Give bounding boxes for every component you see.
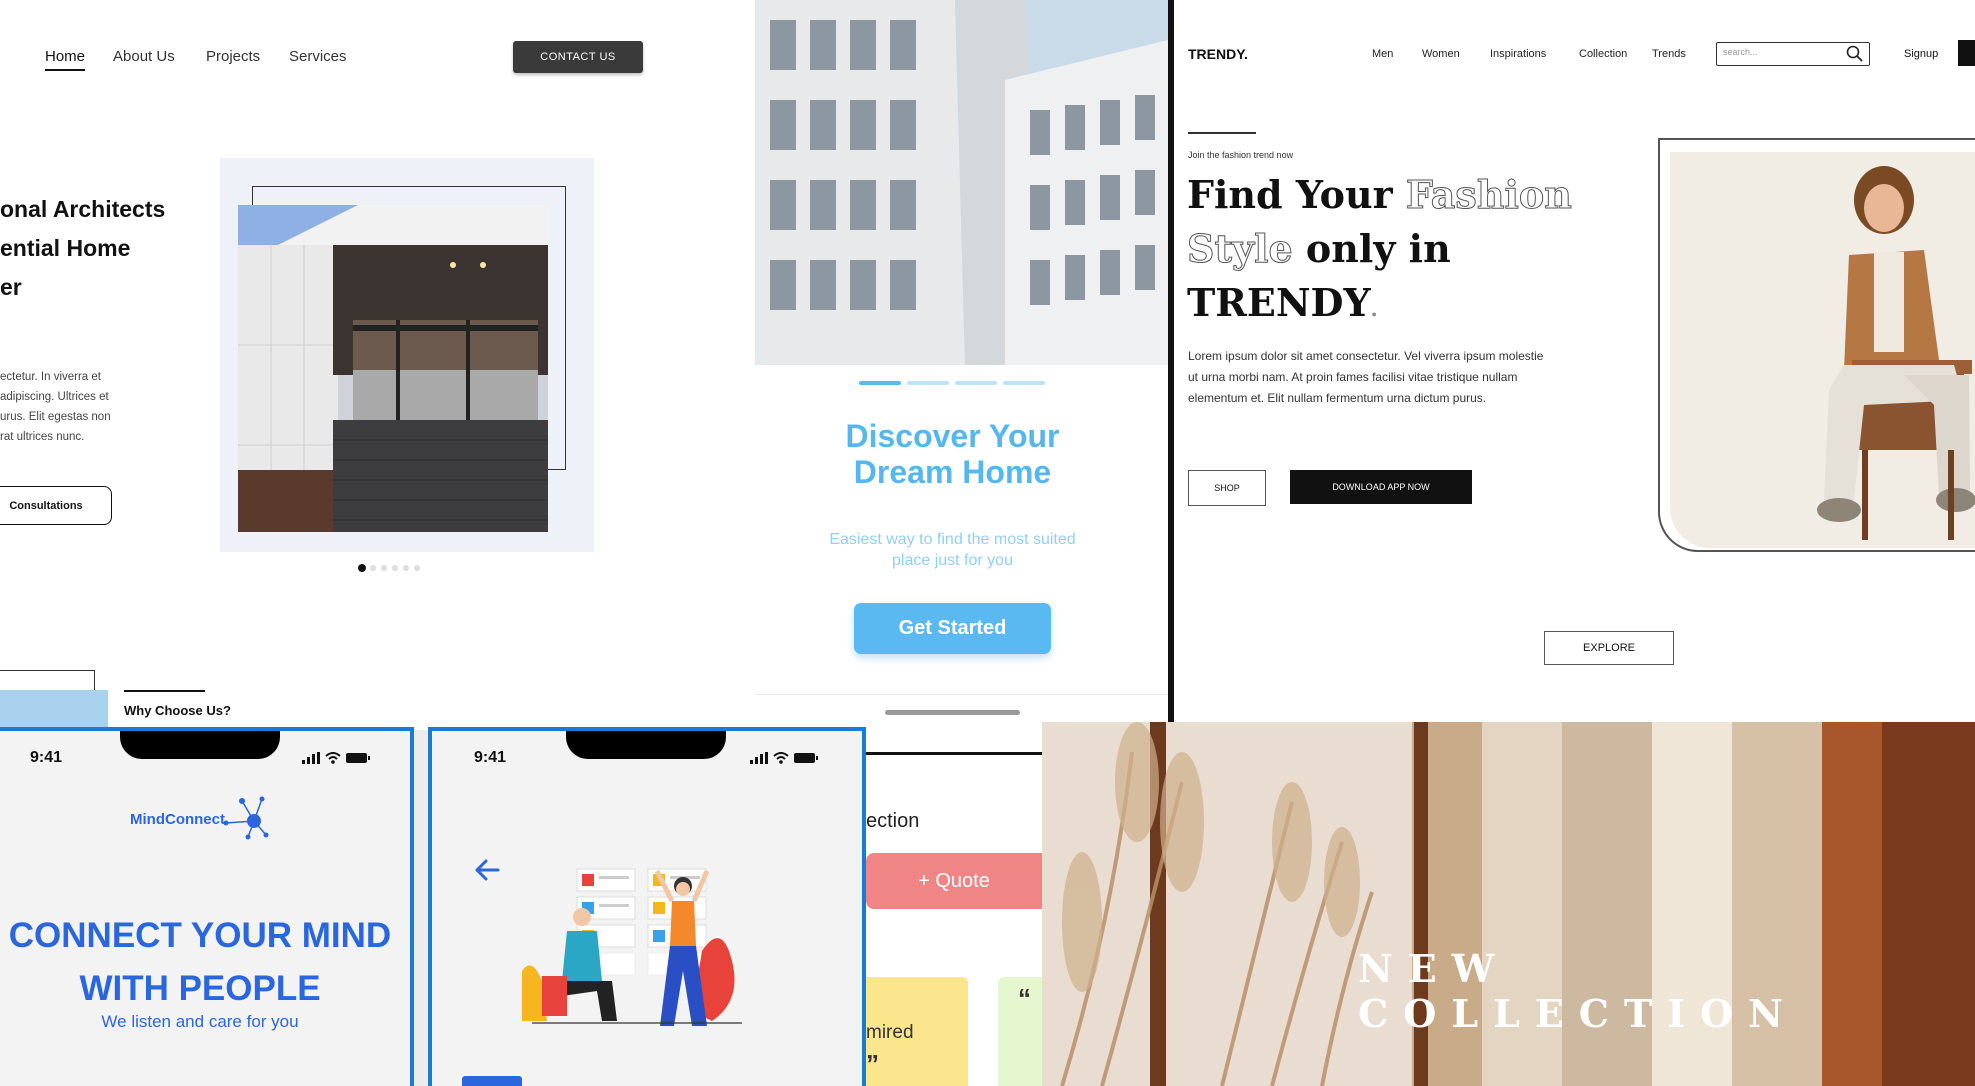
- network-logo-icon: [223, 796, 269, 840]
- nav-men[interactable]: Men: [1372, 48, 1393, 60]
- quote-note-yellow[interactable]: mired ”: [866, 977, 968, 1086]
- connect-headline: CONNECT YOUR MIND WITH PEOPLE: [8, 916, 392, 1008]
- carousel-dot[interactable]: [381, 565, 387, 571]
- hero-kicker: Join the fashion trend now: [1188, 150, 1294, 160]
- new-collection-title: NEW COLLECTION: [1358, 946, 1798, 1036]
- mindconnect-onboarding-phone: 9:41: [428, 727, 866, 1086]
- hero-title-fashion: Fashion: [1405, 172, 1572, 218]
- page-indicator[interactable]: [1003, 381, 1045, 385]
- people-illustration: [522, 868, 742, 1026]
- carousel-dot[interactable]: [392, 565, 398, 571]
- nav-collection[interactable]: Collection: [1579, 48, 1627, 60]
- consultations-button[interactable]: Consultations: [0, 486, 112, 525]
- heading-fragment: [462, 1076, 522, 1086]
- divider: [755, 694, 1168, 695]
- search-icon[interactable]: [1846, 45, 1864, 63]
- connect-subtitle: We listen and care for you: [101, 1012, 299, 1031]
- back-arrow-icon[interactable]: [474, 859, 500, 881]
- collection-quote-panel: ection + Quote mired ” “: [866, 755, 1042, 1086]
- nav-inspirations[interactable]: Inspirations: [1490, 48, 1546, 60]
- architecture-site-panel: Home About Us Projects Services CONTACT …: [0, 0, 755, 730]
- status-time: 9:41: [474, 749, 507, 766]
- section-image: [0, 690, 108, 730]
- quote-mark: “: [1018, 983, 1031, 1013]
- new-collection-banner: NEW COLLECTION: [1042, 722, 1975, 1086]
- battery-icon: [794, 753, 818, 763]
- wifi-icon: [325, 752, 341, 764]
- nav-home[interactable]: Home: [45, 48, 86, 71]
- wifi-icon: [773, 752, 789, 764]
- signal-icon: [302, 752, 320, 764]
- signup-link[interactable]: Signup: [1904, 48, 1938, 60]
- carousel-dot[interactable]: [370, 565, 376, 571]
- hero-title-find: Find Your: [1187, 172, 1393, 217]
- hero-title: onal Architects ential Home er: [0, 196, 166, 300]
- carousel-dot-active[interactable]: [358, 564, 366, 572]
- contact-us-button[interactable]: CONTACT US: [513, 41, 643, 73]
- status-icons: [750, 752, 818, 764]
- page-indicator[interactable]: [907, 381, 949, 385]
- explore-button[interactable]: EXPLORE: [1544, 631, 1674, 665]
- divider: [1188, 132, 1256, 134]
- download-app-button[interactable]: DOWNLOAD APP NOW: [1290, 470, 1472, 504]
- building-image: [755, 0, 1168, 365]
- hero-title-only-in: only in: [1305, 226, 1451, 271]
- dream-home-panel: Discover Your Dream Home Easiest way to …: [755, 0, 1174, 758]
- nav-trends[interactable]: Trends: [1652, 48, 1686, 60]
- status-time: 9:41: [30, 749, 63, 766]
- nav-services[interactable]: Services: [289, 48, 347, 65]
- phone-notch: [120, 731, 280, 759]
- trendy-logo[interactable]: TRENDY.: [1188, 46, 1248, 62]
- quote-note-green[interactable]: “: [998, 977, 1042, 1086]
- nav-women[interactable]: Women: [1422, 48, 1460, 60]
- shop-button[interactable]: SHOP: [1188, 470, 1266, 506]
- hero-title: Find Your Fashion Style only in TRENDY.: [1187, 172, 1573, 326]
- signal-icon: [750, 752, 768, 764]
- dream-home-subtitle: Easiest way to find the most suited plac…: [829, 531, 1076, 569]
- nav-about-us[interactable]: About Us: [113, 48, 175, 65]
- status-icons: [302, 752, 370, 764]
- trendy-fashion-panel: TRENDY. Men Women Inspirations Collectio…: [1174, 0, 1975, 722]
- quote-note-text: mired: [866, 1022, 914, 1043]
- page-indicator[interactable]: [955, 381, 997, 385]
- why-choose-us-heading: Why Choose Us?: [124, 703, 231, 718]
- page-indicator-active[interactable]: [859, 381, 901, 385]
- carousel-dot[interactable]: [414, 565, 420, 571]
- mindconnect-welcome-phone: 9:41 MindConnect CONNECT YOUR MIND WITH …: [0, 727, 414, 1086]
- home-indicator[interactable]: [885, 710, 1020, 715]
- hero-title-style: Style: [1187, 226, 1294, 272]
- hero-body: Lorem ipsum dolor sit amet consectetur. …: [1188, 349, 1544, 405]
- nav-projects[interactable]: Projects: [206, 48, 260, 65]
- add-quote-button[interactable]: + Quote: [866, 853, 1042, 909]
- quote-mark: ”: [866, 1049, 879, 1079]
- search-input[interactable]: search...: [1716, 42, 1870, 66]
- model-image: [1817, 166, 1975, 540]
- get-started-button[interactable]: Get Started: [854, 603, 1051, 654]
- carousel-dot[interactable]: [403, 565, 409, 571]
- battery-icon: [346, 753, 370, 763]
- house-image: [238, 205, 548, 532]
- search-placeholder: search...: [1723, 47, 1758, 57]
- phone-notch: [566, 731, 726, 759]
- collection-heading: ection: [866, 810, 920, 832]
- hero-body: ectetur. In viverra et adipiscing. Ultri…: [0, 371, 111, 443]
- hero-title-brand: TRENDY: [1187, 280, 1371, 325]
- divider: [124, 690, 205, 692]
- dream-home-title: Discover Your Dream Home: [845, 418, 1060, 490]
- login-button[interactable]: [1958, 40, 1975, 66]
- mindconnect-logo-text: MindConnect: [130, 811, 225, 828]
